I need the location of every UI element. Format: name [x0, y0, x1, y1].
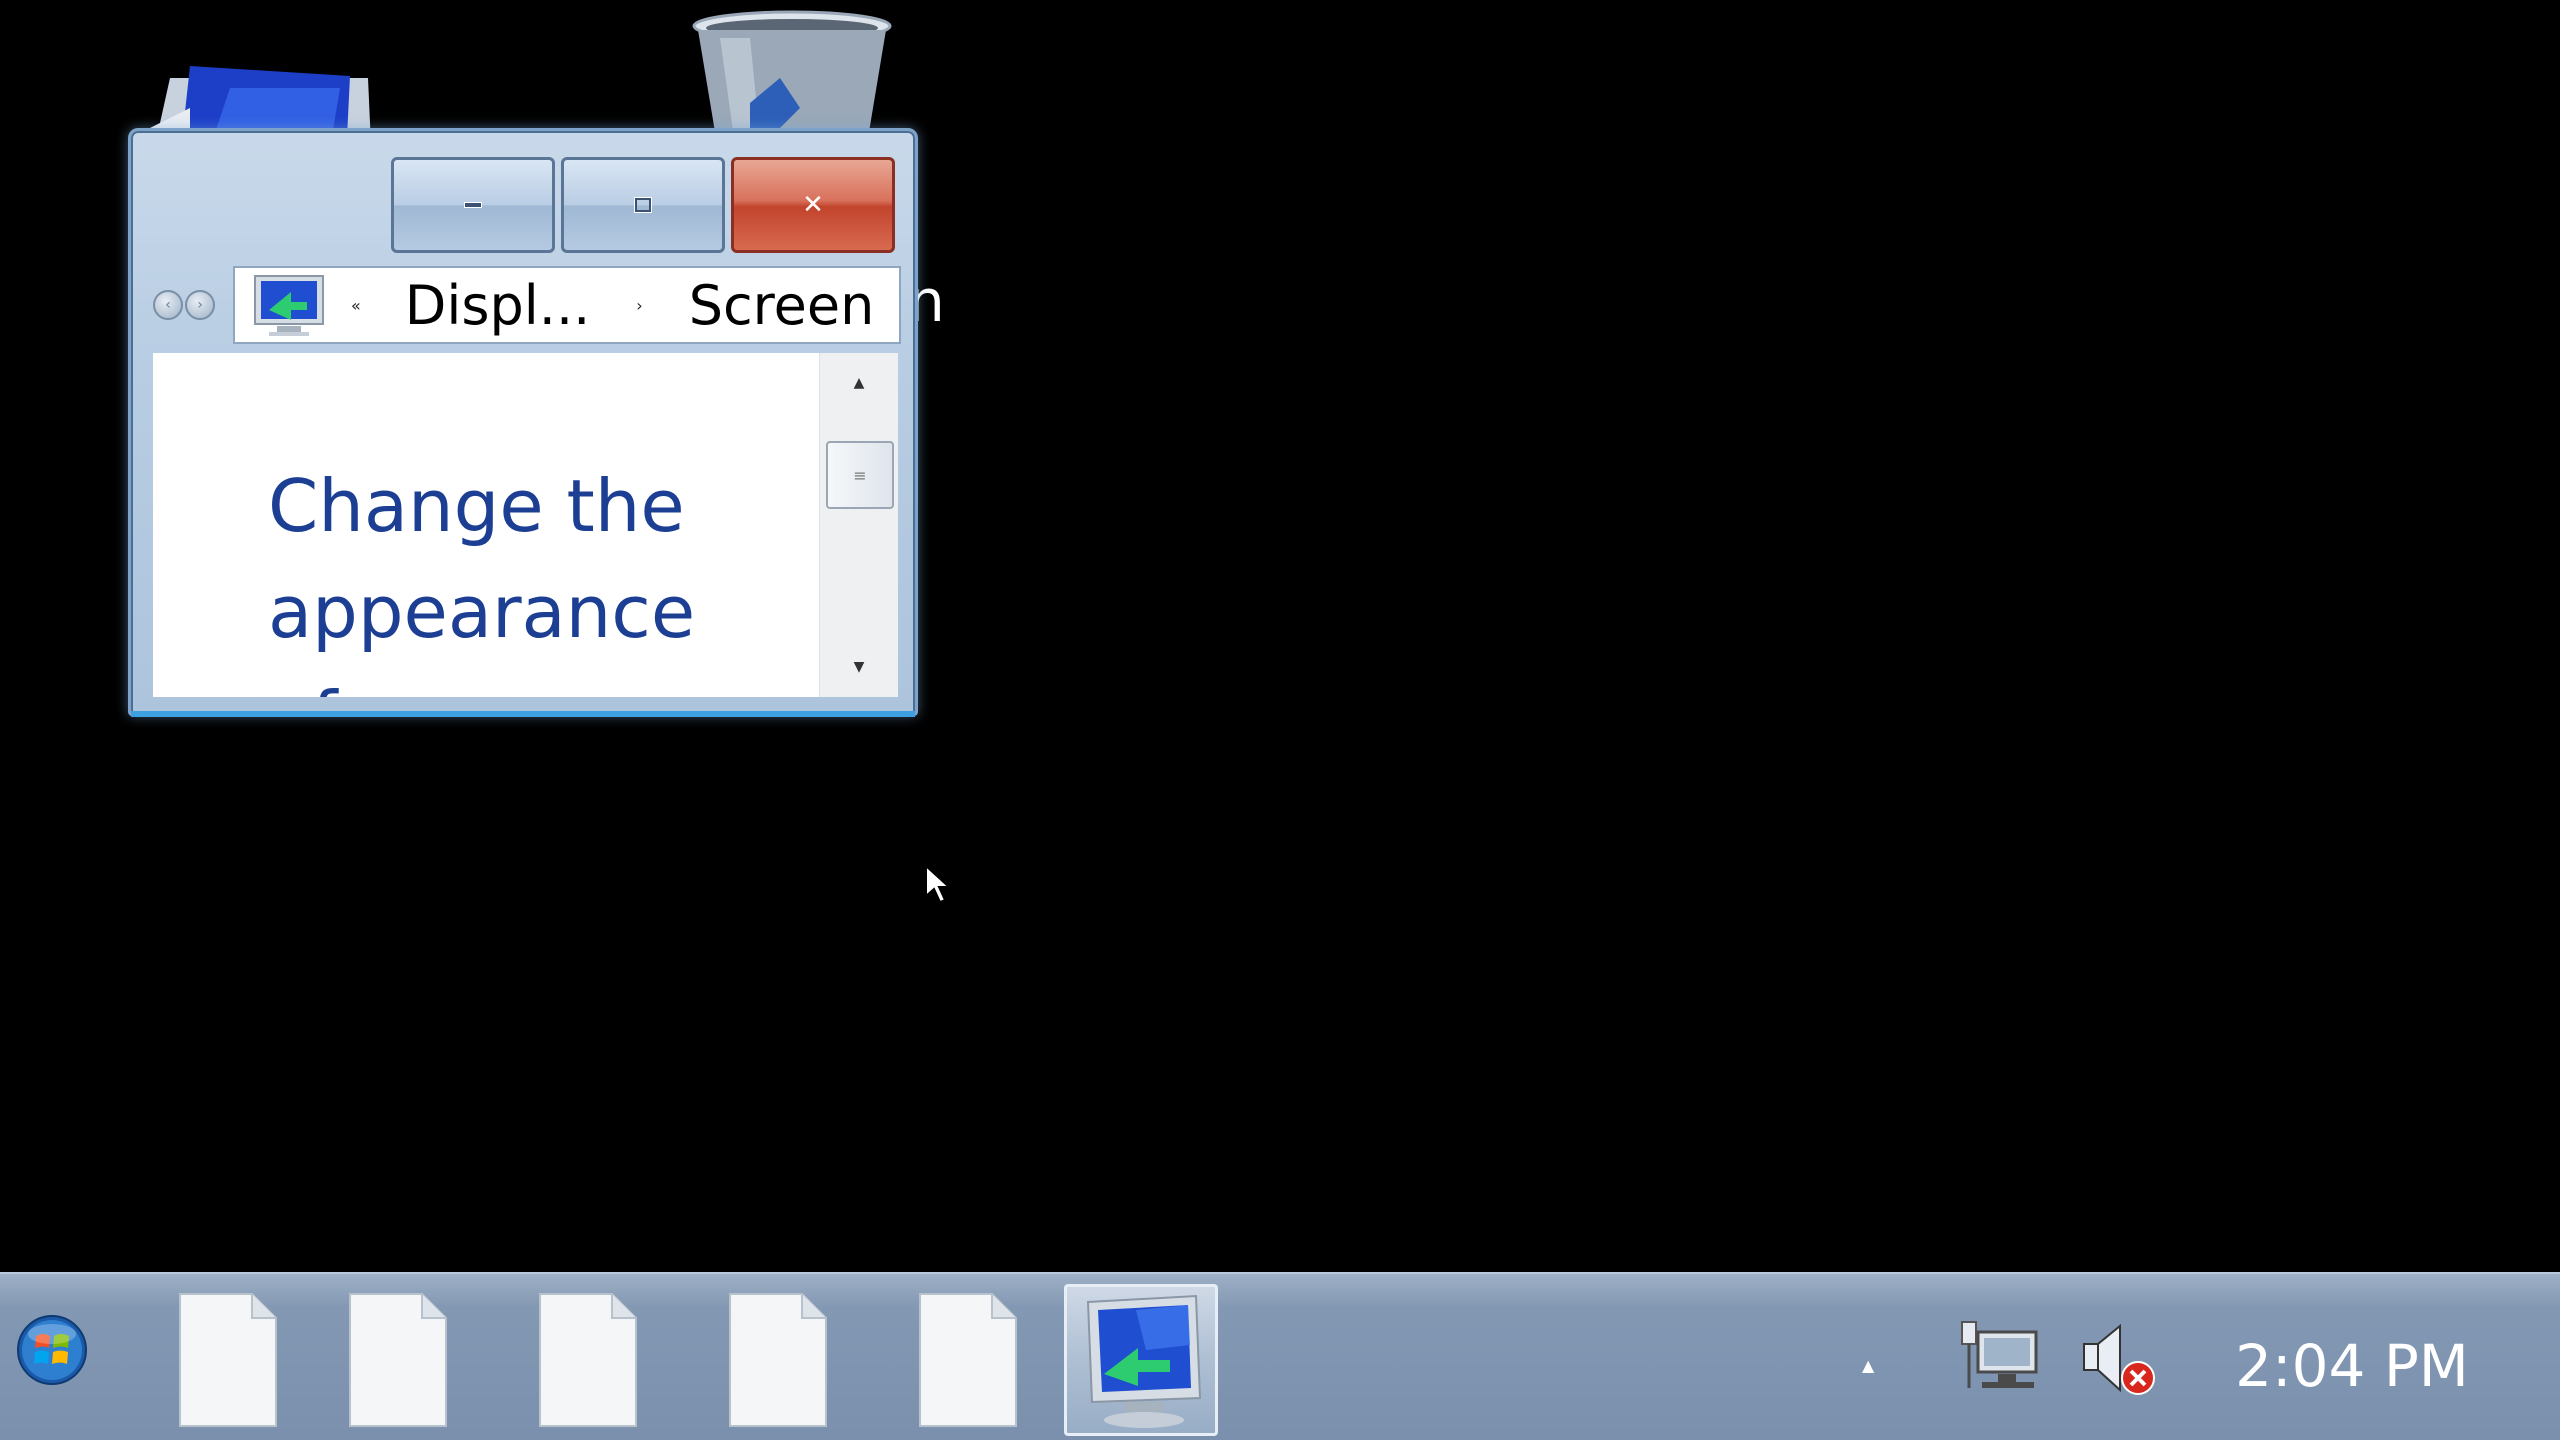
taskbar: ▲ 2:04 PM: [0, 1272, 2560, 1440]
navigation-row: ‹ › « Displ... › Screen: [153, 263, 901, 347]
change-appearance-link[interactable]: Change the appearance of...: [268, 453, 788, 697]
mouse-cursor-icon: [925, 864, 952, 904]
document-icon: [179, 1293, 277, 1427]
taskbar-item-display-settings[interactable]: [1064, 1284, 1218, 1436]
breadcrumb-overflow-chevron[interactable]: «: [351, 296, 361, 315]
taskbar-item-document-4[interactable]: [690, 1284, 860, 1436]
display-settings-icon: [254, 275, 324, 336]
show-hidden-icons-button[interactable]: ▲: [1862, 1356, 1874, 1375]
vertical-scrollbar[interactable]: ▲ ≡ ▼: [819, 353, 898, 697]
start-button-icon[interactable]: [16, 1314, 88, 1386]
document-icon: [539, 1293, 637, 1427]
content-pane: Change the appearance of...: [153, 353, 819, 697]
desktop: n ✕ ‹ › « Displ... › Screen Change the a…: [0, 0, 2560, 1272]
scroll-thumb[interactable]: ≡: [826, 441, 894, 509]
taskbar-item-document-1[interactable]: [140, 1284, 310, 1436]
scroll-up-button[interactable]: ▲: [820, 353, 898, 413]
maximize-button[interactable]: [561, 157, 725, 253]
system-clock[interactable]: 2:04 PM: [2232, 1328, 2472, 1404]
forward-button[interactable]: ›: [185, 290, 215, 320]
volume-muted-icon[interactable]: [2076, 1318, 2160, 1402]
document-icon: [349, 1293, 447, 1427]
taskbar-item-document-2[interactable]: [310, 1284, 480, 1436]
breadcrumb-separator[interactable]: ›: [636, 296, 642, 315]
window-bottom-border: [131, 711, 915, 717]
taskbar-item-document-5[interactable]: [880, 1284, 1050, 1436]
taskbar-item-document-3[interactable]: [500, 1284, 670, 1436]
nav-arrows: ‹ ›: [153, 290, 215, 320]
breadcrumb-screen[interactable]: Screen: [689, 274, 875, 337]
document-icon: [729, 1293, 827, 1427]
scroll-down-button[interactable]: ▼: [820, 637, 898, 697]
display-settings-window[interactable]: ✕ ‹ › « Displ... › Screen Change the app…: [128, 128, 918, 717]
close-button[interactable]: ✕: [731, 157, 895, 253]
close-icon: ✕: [802, 190, 824, 220]
breadcrumb-display[interactable]: Displ...: [405, 274, 591, 337]
caption-buttons: ✕: [391, 157, 895, 253]
network-icon[interactable]: [1958, 1318, 2042, 1402]
minimize-icon: [464, 202, 482, 208]
minimize-button[interactable]: [391, 157, 555, 253]
back-button[interactable]: ‹: [153, 290, 183, 320]
maximize-icon: [635, 198, 651, 212]
document-icon: [919, 1293, 1017, 1427]
display-settings-icon: [1086, 1294, 1202, 1428]
recycle-bin-icon[interactable]: [690, 8, 895, 138]
address-bar[interactable]: « Displ... › Screen: [233, 266, 901, 344]
